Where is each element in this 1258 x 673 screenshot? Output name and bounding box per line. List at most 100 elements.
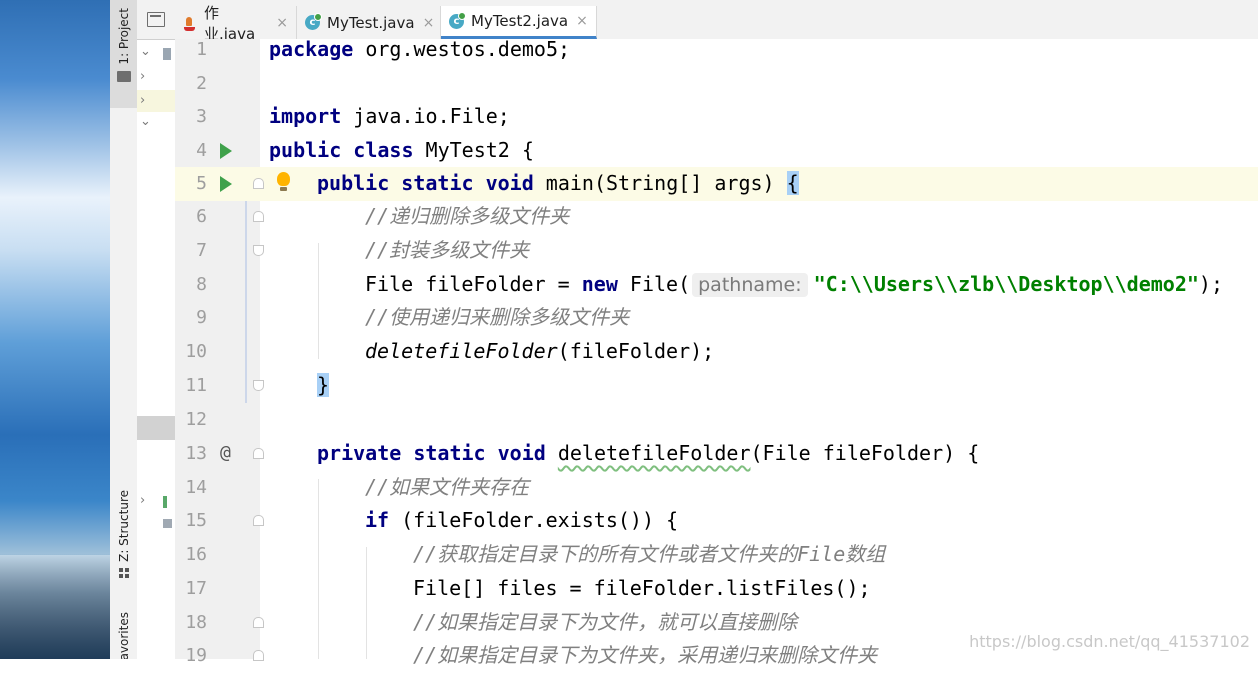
code-line[interactable]: 2 [175,67,1258,101]
tree-row[interactable]: › [137,66,175,88]
keyword: package [269,37,354,61]
code-segment: MyTest2 { [413,138,534,162]
lightbulb-icon[interactable] [277,172,290,191]
chevron-right-icon[interactable]: › [140,69,145,84]
code-line[interactable]: 8 File fileFolder = new File(pathname: "C… [175,268,1258,302]
code-line[interactable]: 17 File[] files = fileFolder.listFiles()… [175,572,1258,606]
code-line[interactable]: 14 //如果文件夹存在 [175,471,1258,505]
line-number: 5 [196,173,207,194]
line-number: 19 [185,645,207,666]
code-line[interactable]: 10 deletefileFolder(fileFolder); [175,335,1258,369]
panel-icon[interactable] [147,12,165,27]
code-line[interactable]: 3 import java.io.File; [175,100,1258,134]
tool-tab-structure-label: Z: Structure [116,490,131,562]
tree-row[interactable]: ⌄ [137,114,175,136]
code-text: File[] files = fileFolder.listFiles(); [413,576,871,600]
code-editor[interactable]: 1 package org.westos.demo5; 2 3 import j… [175,37,1258,667]
tool-tab-project[interactable]: 1: Project [110,0,139,108]
line-number: 9 [196,307,207,328]
code-text: if (fileFolder.exists()) { [365,508,678,532]
code-text: } [317,373,330,397]
override-marker-icon[interactable]: @ [220,442,231,463]
code-line[interactable]: 9 //使用递归来删除多级文件夹 [175,301,1258,335]
tab-label: MyTest2.java [471,12,569,30]
tree-row[interactable]: ⌄ [137,42,175,64]
code-segment: File( [617,272,691,296]
line-number: 14 [185,477,207,498]
tool-tab-favorites-label: Favorites [116,612,131,659]
matched-brace: } [317,373,330,397]
keyword: new [581,272,618,296]
file-icon [163,519,172,528]
fold-icon[interactable] [253,650,264,661]
tree-row[interactable] [137,514,175,536]
module-icon [163,48,171,60]
fold-icon[interactable] [253,380,264,391]
code-segment: (fileFolder.exists()) { [389,508,679,532]
chevron-down-icon[interactable]: ⌄ [140,44,151,59]
tool-tab-favorites[interactable]: Favorites [110,612,137,659]
close-icon[interactable]: × [576,13,588,29]
chevron-right-icon[interactable]: › [140,93,145,108]
line-number: 6 [196,206,207,227]
line-number: 13 [185,443,207,464]
code-segment: java.io.File; [341,104,510,128]
code-segment: main(String[] args) [533,171,787,195]
line-number: 16 [185,544,207,565]
fold-icon[interactable] [253,245,264,256]
tree-row[interactable]: › [137,490,175,512]
comment: //如果文件夹存在 [365,475,530,499]
keyword: public static void [317,171,534,195]
code-segment: (File fileFolder) { [750,441,980,465]
structure-icon [118,567,129,578]
line-number: 10 [185,341,207,362]
code-line[interactable]: 13 @ private static void deletefileFolde… [175,437,1258,471]
keyword: private static void [317,441,546,465]
string-literal: "C:\\Users\\zlb\\Desktop\\demo2" [813,272,1199,296]
comment: //递归删除多级文件夹 [365,204,570,228]
line-number: 12 [185,409,207,430]
java-file-icon [183,15,197,31]
method-call: deletefileFolder [365,339,558,363]
line-number: 1 [196,39,207,60]
close-icon[interactable]: × [276,15,288,31]
chevron-right-icon[interactable]: › [140,493,145,508]
run-icon[interactable] [220,176,232,192]
code-line[interactable]: 11 } [175,369,1258,403]
tree-row-selected[interactable]: › [137,90,175,112]
fold-icon[interactable] [253,617,264,628]
comment: //如果指定目录下为文件，就可以直接删除 [413,610,798,634]
tool-window-strip: 1: Project Z: Structure Favorites [110,0,139,659]
keyword: if [365,508,390,532]
fold-icon[interactable] [253,178,264,189]
matched-brace: { [786,171,799,195]
tab-label: MyTest.java [327,13,415,32]
tool-tab-structure[interactable]: Z: Structure [110,490,137,600]
fold-icon[interactable] [253,515,264,526]
java-class-icon: c [449,11,466,29]
run-icon[interactable] [220,143,232,159]
code-line[interactable]: 16 //获取指定目录下的所有文件或者文件夹的File数组 [175,538,1258,572]
code-text: public class MyTest2 { [269,138,534,162]
chevron-down-icon[interactable]: ⌄ [140,114,151,129]
watermark: https://blog.csdn.net/qq_41537102 [969,632,1250,651]
code-line[interactable]: 6 //递归删除多级文件夹 [175,200,1258,234]
line-number: 15 [185,510,207,531]
line-number: 7 [196,240,207,261]
fold-icon[interactable] [253,448,264,459]
line-number: 8 [196,274,207,295]
code-line[interactable]: 12 [175,403,1258,437]
code-line[interactable]: 4 public class MyTest2 { [175,134,1258,168]
line-number: 4 [196,140,207,161]
code-line[interactable]: 1 package org.westos.demo5; [175,33,1258,67]
project-tree-panel: ⌄ › › ⌄ › [137,0,176,659]
code-line-current[interactable]: 5 public static void main(String[] args)… [175,167,1258,201]
code-line[interactable]: 15 if (fileFolder.exists()) { [175,504,1258,538]
code-text: import java.io.File; [269,104,510,128]
parameter-hint: pathname: [692,273,808,297]
close-icon[interactable]: × [423,15,435,31]
code-text: File fileFolder = new File(pathname: "C:\… [365,272,1223,297]
code-segment: File fileFolder = [365,272,582,296]
code-line[interactable]: 7 //封装多级文件夹 [175,234,1258,268]
fold-icon[interactable] [253,211,264,222]
